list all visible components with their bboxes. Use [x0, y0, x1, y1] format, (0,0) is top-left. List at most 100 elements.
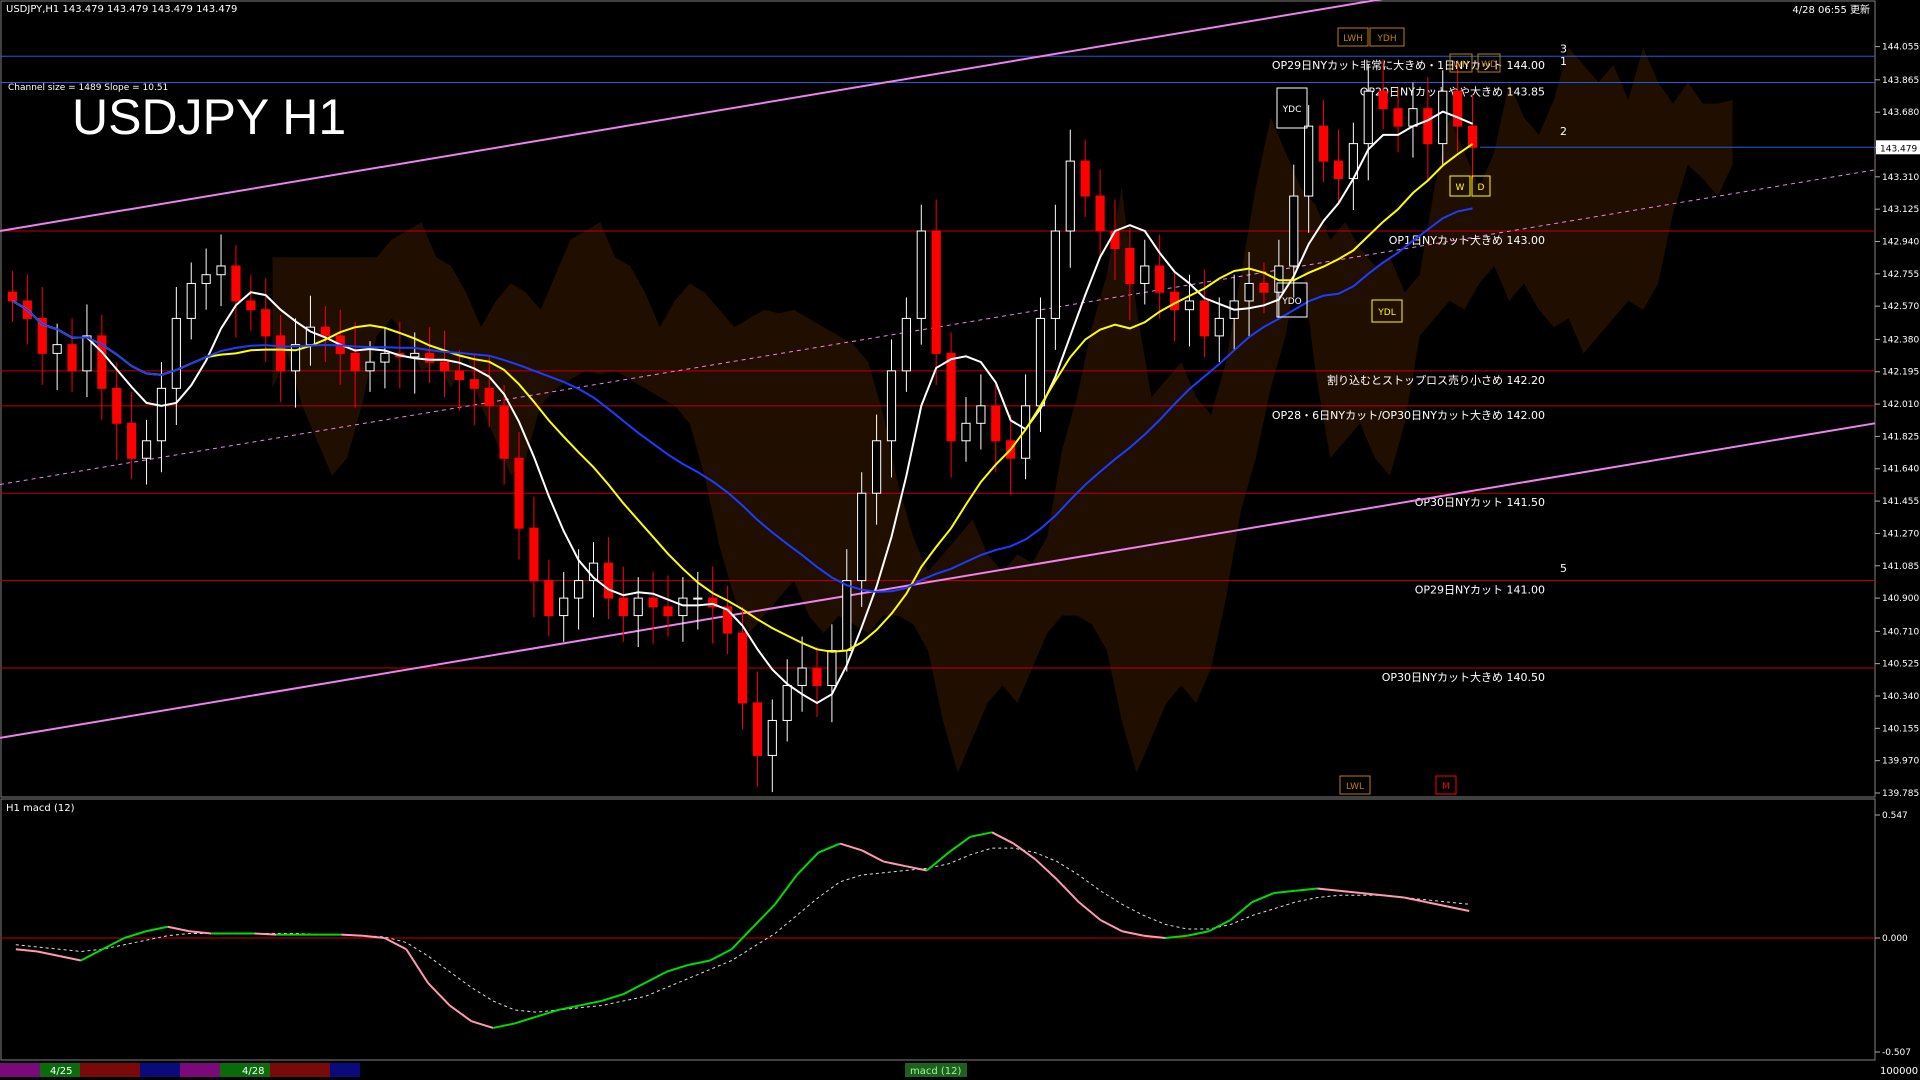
macd-title: H1 macd (12)	[6, 803, 75, 814]
candle-body	[201, 274, 211, 284]
candle-body	[7, 291, 18, 302]
candle-body	[1259, 282, 1269, 293]
price-tick-label-8: 142.570	[1882, 302, 1919, 312]
candle-body	[1214, 317, 1224, 337]
candle-body	[603, 562, 614, 599]
bottom-right-value: 100000	[1880, 1066, 1918, 1077]
date-label-4-25: 4/25	[50, 1066, 72, 1077]
candle-body	[991, 405, 1001, 442]
candle-body	[648, 597, 658, 608]
candle-body	[1035, 317, 1046, 407]
candle-body	[112, 387, 122, 424]
candle-body	[171, 317, 181, 389]
box-m-label: M	[1442, 782, 1450, 792]
candle-body	[350, 352, 360, 372]
candle-body	[261, 309, 271, 337]
date-label-4-28: 4/28	[242, 1066, 264, 1077]
candle-body	[1080, 160, 1090, 197]
channel-label-3: 3	[1560, 43, 1567, 56]
candle-body	[1363, 90, 1373, 145]
candle-body	[141, 440, 152, 459]
candle-body	[1289, 195, 1299, 267]
candle-body	[231, 265, 241, 302]
candle-body	[529, 527, 539, 582]
candle-body	[514, 457, 524, 529]
box-w-label: W	[1456, 183, 1465, 193]
macd-main-segment	[341, 933, 363, 937]
candle-body	[1333, 160, 1344, 180]
price-tick-label-13: 141.640	[1882, 465, 1919, 475]
candle-body	[1304, 125, 1314, 197]
candle-body	[1095, 195, 1105, 232]
price-tick-label-16: 141.085	[1882, 562, 1919, 572]
box-ydc-label: YDC	[1282, 105, 1302, 115]
box-wh-label: WH	[1453, 60, 1469, 70]
bottom-date-bar: 4/25 4/28 macd (12) 100000	[0, 1061, 1918, 1079]
price-tick-label-6: 142.940	[1882, 238, 1919, 248]
candle-body	[618, 597, 628, 617]
price-tick-label-9: 142.380	[1882, 335, 1919, 345]
candle-body	[1155, 265, 1165, 293]
candle-body	[1408, 108, 1418, 127]
candle-body	[678, 597, 688, 617]
candle-body	[871, 440, 882, 494]
candle-body	[931, 230, 941, 354]
box-wd-label: WD	[1481, 60, 1497, 70]
level-label-6: OP29日NYカット 141.00	[1415, 584, 1545, 597]
candle-body	[484, 387, 494, 407]
candle-body	[156, 387, 167, 442]
usdjpy-h1-chart[interactable]: OP29日NYカット非常に大きめ・1日NYカット 144.00 OP29日NYカッ…	[0, 0, 1920, 1080]
candle-body	[886, 370, 897, 442]
price-tick-label-15: 141.270	[1882, 529, 1919, 539]
candle-body	[425, 352, 435, 363]
candle-body	[216, 265, 226, 276]
candle-body	[574, 580, 584, 599]
price-tick-label-2: 143.680	[1882, 108, 1919, 118]
candle-body	[827, 650, 837, 686]
macd-tick-label-1: 0.000	[1882, 934, 1908, 944]
candle-body	[320, 326, 330, 337]
candle-body	[812, 667, 822, 686]
candle-body	[1110, 230, 1120, 249]
candle-body	[67, 344, 77, 372]
level-label-0: OP29日NYカット非常に大きめ・1日NYカット 144.00	[1272, 58, 1545, 72]
price-tick-label-18: 140.710	[1882, 627, 1919, 637]
price-tick-label-5: 143.125	[1882, 205, 1919, 215]
candle-body	[1065, 160, 1075, 232]
box-ydh-label: YDH	[1376, 34, 1396, 44]
chart-header: USDJPY,H1 143.479 143.479 143.479 143.47…	[6, 4, 237, 15]
status-label: macd (12)	[910, 1066, 962, 1077]
candle-body	[246, 300, 256, 311]
candle-body	[380, 352, 390, 363]
price-tick-label-11: 142.010	[1882, 400, 1919, 410]
chart-title: USDJPY H1	[72, 89, 346, 145]
candle-body	[1184, 300, 1195, 311]
current-price-label: 143.479	[1880, 144, 1917, 154]
candle-body	[1140, 265, 1150, 284]
price-tick-label-20: 140.340	[1882, 692, 1919, 702]
candle-body	[469, 379, 479, 389]
candle-body	[976, 405, 986, 424]
level-label-4: OP28・6日NYカット/OP30日NYカット大きめ 142.00	[1272, 408, 1545, 422]
box-lwh-label: LWH	[1343, 34, 1363, 44]
candle-body	[633, 597, 643, 617]
candle-body	[365, 361, 375, 372]
price-tick-label-14: 141.455	[1882, 497, 1919, 507]
price-tick-label-4: 143.310	[1882, 173, 1919, 183]
candle-body	[1378, 90, 1388, 110]
candle-body	[499, 405, 509, 459]
candle-body	[454, 370, 465, 381]
price-tick-label-22: 139.970	[1882, 757, 1919, 767]
candle-body	[186, 282, 196, 319]
candle-body	[1423, 108, 1433, 145]
candle-body	[127, 422, 137, 459]
box-lwl-label: LWL	[1346, 782, 1364, 792]
candle-body	[693, 597, 703, 600]
candle-body	[1244, 282, 1254, 302]
box-ydo-label: YDO	[1281, 297, 1302, 307]
candle-body	[544, 580, 554, 617]
price-tick-label-0: 144.055	[1882, 43, 1919, 53]
macd-tick-label-0: 0.547	[1882, 811, 1908, 821]
level-label-2: OP1日NYカット大きめ 143.00	[1389, 233, 1545, 247]
price-tick-label-10: 142.195	[1882, 368, 1919, 378]
